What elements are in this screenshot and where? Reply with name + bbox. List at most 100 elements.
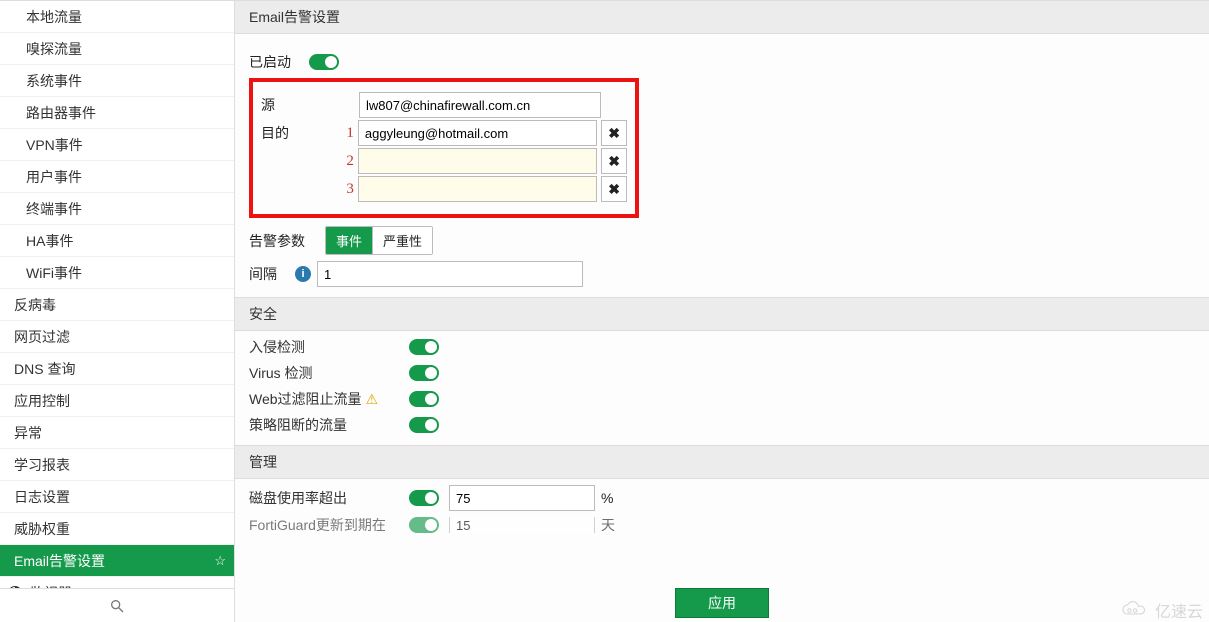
sidebar-item-label: DNS 查询 <box>14 359 75 379</box>
sidebar-item-vpn-events[interactable]: VPN事件 <box>0 129 234 161</box>
fortiguard-unit: 天 <box>601 517 615 533</box>
remove-dest-3-button[interactable]: ✖ <box>601 176 627 202</box>
alarm-opt-severity[interactable]: 严重性 <box>372 227 432 254</box>
sidebar-item-dns-query[interactable]: DNS 查询 <box>0 353 234 385</box>
disk-usage-label: 磁盘使用率超出 <box>249 488 409 508</box>
sidebar-item-label: 监视器 <box>30 583 72 589</box>
manage-section-header: 管理 <box>235 445 1209 479</box>
security-item-label: Web过滤阻止流量⚠ <box>249 389 409 409</box>
enabled-row: 已启动 <box>249 52 1195 72</box>
search-icon <box>109 598 125 614</box>
sidebar-item-label: VPN事件 <box>26 135 83 155</box>
sidebar-item-wifi-events[interactable]: WiFi事件 <box>0 257 234 289</box>
security-item-label: 策略阻断的流量 <box>249 415 409 435</box>
security-webfilter-toggle[interactable] <box>409 391 439 407</box>
sidebar-item-system-events[interactable]: 系统事件 <box>0 65 234 97</box>
disk-usage-input[interactable] <box>449 485 595 511</box>
dest-row-1: 目的 1 ✖ <box>261 120 627 146</box>
sidebar-item-monitor[interactable]: 监视器 › <box>0 577 234 588</box>
sidebar-item-label: 路由器事件 <box>26 103 96 123</box>
security-ids-toggle[interactable] <box>409 339 439 355</box>
security-webfilter-row: Web过滤阻止流量⚠ <box>249 389 1195 409</box>
sidebar-item-label: Email告警设置 <box>14 551 105 571</box>
alarm-param-group: 事件 严重性 <box>325 226 433 255</box>
sidebar-item-sniff-traffic[interactable]: 嗅探流量 <box>0 33 234 65</box>
email-address-box: 源 目的 1 ✖ 2 ✖ 3 <box>249 78 639 218</box>
dest-row-2: 2 ✖ <box>261 148 627 174</box>
source-input[interactable] <box>359 92 601 118</box>
sidebar-list: 本地流量 嗅探流量 系统事件 路由器事件 VPN事件 用户事件 终端事件 HA事… <box>0 1 234 588</box>
security-policy-row: 策略阻断的流量 <box>249 415 1195 435</box>
content-area: 已启动 源 目的 1 ✖ 2 ✖ <box>235 34 1209 584</box>
security-ids-row: 入侵检测 <box>249 337 1195 357</box>
sidebar-item-local-traffic[interactable]: 本地流量 <box>0 1 234 33</box>
row-number: 2 <box>338 153 354 170</box>
dest-label: 目的 <box>261 123 338 143</box>
sidebar-item-app-control[interactable]: 应用控制 <box>0 385 234 417</box>
dest-row-3: 3 ✖ <box>261 176 627 202</box>
alarm-param-label: 告警参数 <box>249 231 325 251</box>
pie-chart-icon <box>8 586 22 589</box>
fortiguard-input[interactable] <box>449 517 595 533</box>
favorite-star-icon[interactable]: ☆ <box>214 553 226 569</box>
sidebar-item-label: 威胁权重 <box>14 519 70 539</box>
source-row: 源 <box>261 92 627 118</box>
sidebar-item-antivirus[interactable]: 反病毒 <box>0 289 234 321</box>
disk-usage-toggle[interactable] <box>409 490 439 506</box>
sidebar-item-user-events[interactable]: 用户事件 <box>0 161 234 193</box>
sidebar: 本地流量 嗅探流量 系统事件 路由器事件 VPN事件 用户事件 终端事件 HA事… <box>0 1 235 622</box>
remove-dest-1-button[interactable]: ✖ <box>601 120 627 146</box>
sidebar-item-label: 用户事件 <box>26 167 82 187</box>
page-title: Email告警设置 <box>235 1 1209 34</box>
sidebar-item-label: 网页过滤 <box>14 327 70 347</box>
security-virus-toggle[interactable] <box>409 365 439 381</box>
sidebar-item-anomaly[interactable]: 异常 <box>0 417 234 449</box>
sidebar-item-webfilter[interactable]: 网页过滤 <box>0 321 234 353</box>
disk-usage-unit: % <box>601 490 613 506</box>
sidebar-item-label: 本地流量 <box>26 7 82 27</box>
alarm-opt-event[interactable]: 事件 <box>326 227 372 254</box>
remove-dest-2-button[interactable]: ✖ <box>601 148 627 174</box>
dest-input-1[interactable] <box>358 120 597 146</box>
row-number: 1 <box>338 125 354 142</box>
sidebar-item-label: HA事件 <box>26 231 73 251</box>
sidebar-item-label: 日志设置 <box>14 487 70 507</box>
alarm-param-row: 告警参数 事件 严重性 <box>249 226 1195 255</box>
info-icon[interactable]: i <box>295 266 311 282</box>
enabled-toggle[interactable] <box>309 54 339 70</box>
sidebar-search[interactable] <box>0 588 234 622</box>
sidebar-item-label: WiFi事件 <box>26 263 82 283</box>
interval-label: 间隔 <box>249 264 295 284</box>
security-virus-row: Virus 检测 <box>249 363 1195 383</box>
sidebar-item-label: 反病毒 <box>14 295 56 315</box>
fortiguard-label: FortiGuard更新到期在 <box>249 517 409 533</box>
sidebar-item-log-settings[interactable]: 日志设置 <box>0 481 234 513</box>
warning-icon: ⚠ <box>366 391 379 407</box>
source-label: 源 <box>261 95 339 115</box>
footer-bar: 应用 <box>235 584 1209 622</box>
security-section-header: 安全 <box>235 297 1209 331</box>
sidebar-item-endpoint-events[interactable]: 终端事件 <box>0 193 234 225</box>
dest-input-2[interactable] <box>358 148 597 174</box>
interval-input[interactable] <box>317 261 583 287</box>
sidebar-item-label: 系统事件 <box>26 71 82 91</box>
fortiguard-toggle[interactable] <box>409 517 439 533</box>
sidebar-item-ha-events[interactable]: HA事件 <box>0 225 234 257</box>
enabled-label: 已启动 <box>249 52 291 72</box>
security-item-label: 入侵检测 <box>249 337 409 357</box>
chevron-right-icon: › <box>219 585 224 589</box>
sidebar-item-threat-weight[interactable]: 威胁权重 <box>0 513 234 545</box>
sidebar-item-label: 学习报表 <box>14 455 70 475</box>
dest-input-3[interactable] <box>358 176 597 202</box>
sidebar-item-email-alert[interactable]: Email告警设置 ☆ <box>0 545 234 577</box>
sidebar-item-router-events[interactable]: 路由器事件 <box>0 97 234 129</box>
main-panel: Email告警设置 已启动 源 目的 1 ✖ <box>235 1 1209 622</box>
disk-usage-row: 磁盘使用率超出 % <box>249 485 1195 511</box>
sidebar-item-learning-report[interactable]: 学习报表 <box>0 449 234 481</box>
row-number: 3 <box>338 181 354 198</box>
apply-button[interactable]: 应用 <box>675 588 769 618</box>
sidebar-item-label: 异常 <box>14 423 42 443</box>
sidebar-item-label: 终端事件 <box>26 199 82 219</box>
security-policy-toggle[interactable] <box>409 417 439 433</box>
interval-row: 间隔 i <box>249 261 1195 287</box>
